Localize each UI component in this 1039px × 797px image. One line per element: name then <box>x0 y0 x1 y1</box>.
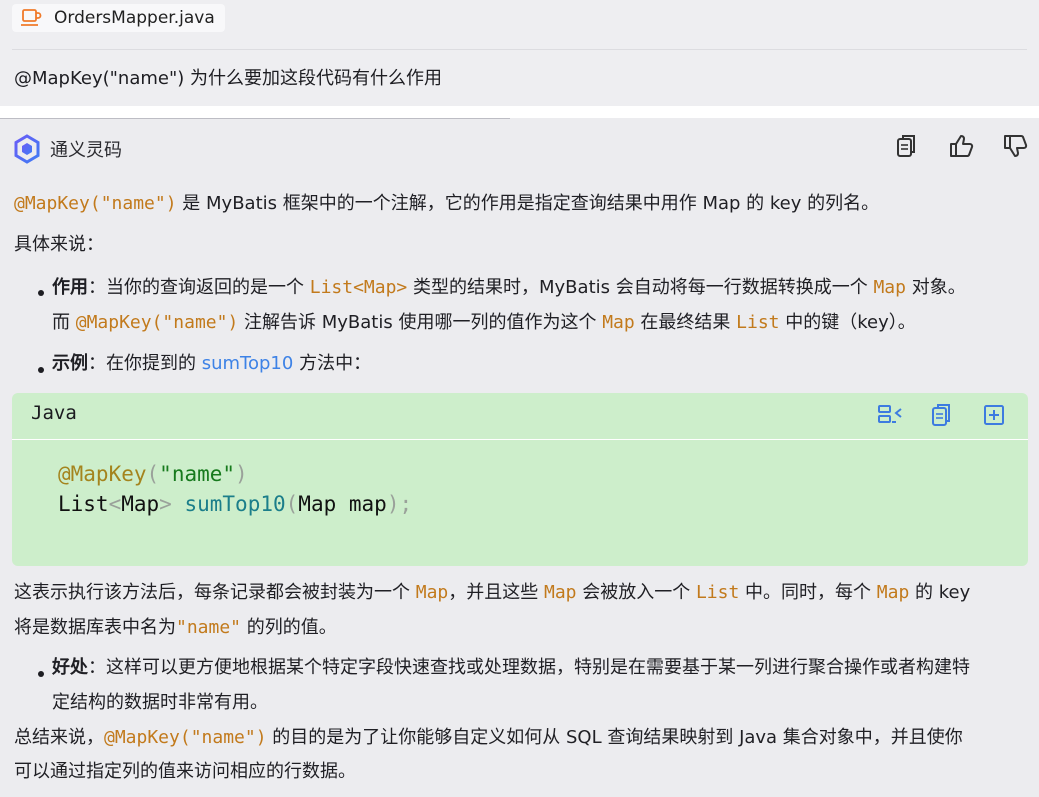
list-item-continuation: 而 @MapKey("name") 注解告诉 MyBatis 使用哪一列的值作为… <box>52 311 916 335</box>
file-name: OrdersMapper.java <box>54 8 215 28</box>
code-line: List<Map> sumTop10(Map map); <box>58 492 412 516</box>
inline-code: "name" <box>176 617 242 638</box>
copy-code-icon[interactable] <box>928 401 956 429</box>
token-annotation: @MapKey <box>58 462 147 486</box>
text: 是 MyBatis 框架中的一个注解，它的作用是指定查询结果中用作 Map 的 … <box>176 193 880 214</box>
text: 的目的是为了让你能够自定义如何从 SQL 查询结果映射到 Java 集合对象中，… <box>266 727 963 748</box>
text: ： <box>88 277 106 298</box>
list-item: 好处：这样可以更方便地根据某个特定字段快速查找或处理数据，特别是在需要基于某一列… <box>52 656 970 680</box>
inline-code-link[interactable]: sumTop10 <box>202 353 294 374</box>
file-chip[interactable]: OrdersMapper.java <box>12 4 225 32</box>
text: 对象。 <box>905 277 966 298</box>
summary-paragraph: 总结来说，@MapKey("name") 的目的是为了让你能够自定义如何从 SQ… <box>14 726 963 750</box>
thumbs-down-icon[interactable] <box>1001 131 1029 161</box>
inline-code: Map <box>876 582 910 603</box>
list-item: 作用：当你的查询返回的是一个 List<Map> 类型的结果时，MyBatis … <box>52 276 966 300</box>
code-line: @MapKey("name") <box>58 462 248 486</box>
answer-paragraph-continuation: 将是数据库表中名为"name" 的列的值。 <box>14 616 337 640</box>
text: 的 key <box>909 582 971 603</box>
answer-paragraph: 具体来说： <box>14 234 104 255</box>
token-function: sumTop10 <box>184 492 286 516</box>
code-language: Java <box>31 402 77 424</box>
bullet-dot <box>38 290 44 296</box>
feedback-actions <box>893 131 1029 161</box>
user-question: @MapKey("name") 为什么要加这段代码有什么作用 <box>14 68 442 89</box>
text: 注解告诉 MyBatis 使用哪一列的值作为这个 <box>238 312 603 333</box>
assistant-name: 通义灵码 <box>50 140 122 161</box>
inline-code: Map <box>602 312 635 333</box>
insert-code-icon[interactable] <box>876 401 904 429</box>
text: ： <box>88 657 106 678</box>
code-block-header: Java <box>12 393 1028 440</box>
list-item: 示例：在你提到的 sumTop10 方法中： <box>52 352 371 376</box>
inline-code: List <box>695 582 740 603</box>
copy-icon[interactable] <box>893 131 921 161</box>
bullet-dot <box>38 367 44 373</box>
text: 中的键（key）。 <box>779 312 916 333</box>
token-punct: > <box>159 492 172 516</box>
text: 总结来说， <box>14 727 104 748</box>
java-cup-icon <box>20 8 42 28</box>
token-punct: ( <box>285 492 299 516</box>
inline-code: List <box>736 312 780 333</box>
inline-code: Map <box>543 582 577 603</box>
spacer <box>0 106 1039 118</box>
text: 的列的值。 <box>241 617 337 638</box>
inline-code: @MapKey("name") <box>104 727 267 748</box>
text: 将是数据库表中名为 <box>14 617 176 638</box>
text: 当你的查询返回的是一个 <box>106 277 310 298</box>
item-label: 作用 <box>52 277 88 298</box>
item-label: 示例 <box>52 353 88 374</box>
token-punct: ( <box>146 462 160 486</box>
bullet-dot <box>38 671 44 677</box>
token-punct: ) <box>235 462 248 486</box>
list-item-continuation: 定结构的数据时非常有用。 <box>52 692 268 713</box>
text: 在最终结果 <box>634 312 737 333</box>
text: ，并且这些 <box>448 582 544 603</box>
text: ： <box>88 353 106 374</box>
item-label: 好处 <box>52 657 88 678</box>
divider <box>12 49 1027 50</box>
text: 类型的结果时，MyBatis 会自动将每一行数据转换成一个 <box>407 277 874 298</box>
new-file-icon[interactable] <box>980 401 1008 429</box>
inline-code: List<Map> <box>309 277 408 298</box>
question-panel: OrdersMapper.java @MapKey("name") 为什么要加这… <box>0 0 1039 106</box>
inline-code: @MapKey("name") <box>75 312 239 333</box>
text: 会被放入一个 <box>576 582 696 603</box>
answer-paragraph: 这表示执行该方法后，每条记录都会被封装为一个 Map，并且这些 Map 会被放入… <box>14 581 970 605</box>
tongyi-logo-icon <box>12 134 42 164</box>
token-punct: ); <box>386 492 413 516</box>
token-string: "name" <box>159 462 236 486</box>
text: 在你提到的 <box>106 353 202 374</box>
assistant-header: 通义灵码 <box>12 131 122 167</box>
code-block: Java @MapKey("name") List<Map> sumTop10(… <box>12 393 1028 566</box>
answer-paragraph: @MapKey("name") 是 MyBatis 框架中的一个注解，它的作用是… <box>14 192 879 216</box>
text: 而 <box>52 312 76 333</box>
text: 方法中： <box>293 353 372 374</box>
token-type: List <box>58 492 109 516</box>
divider <box>0 118 510 119</box>
code-actions <box>876 401 1008 429</box>
summary-paragraph-continuation: 可以通过指定列的值来访问相应的行数据。 <box>14 761 356 782</box>
token-punct: < <box>108 492 122 516</box>
token-type: Map <box>121 492 160 516</box>
text: 这表示执行该方法后，每条记录都会被封装为一个 <box>14 582 416 603</box>
token-param: Map map <box>298 492 387 516</box>
text: 这样可以更方便地根据某个特定字段快速查找或处理数据，特别是在需要基于某一列进行聚… <box>106 657 970 678</box>
inline-code: Map <box>873 277 906 298</box>
inline-code: Map <box>415 582 449 603</box>
thumbs-up-icon[interactable] <box>947 131 975 161</box>
inline-code: @MapKey("name") <box>14 193 177 214</box>
text: 中。同时，每个 <box>739 582 877 603</box>
